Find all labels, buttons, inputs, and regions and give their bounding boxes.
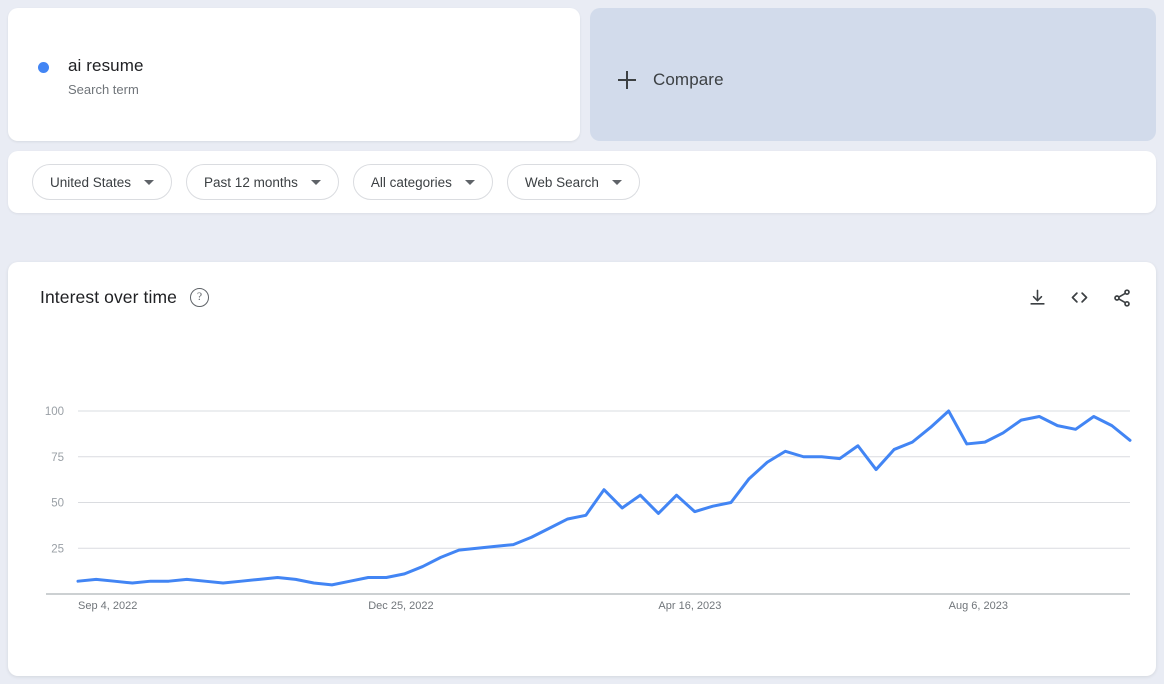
search-term-content: ai resume Search term <box>38 55 144 99</box>
compare-button[interactable]: Compare <box>590 8 1156 141</box>
x-axis-tick-label: Sep 4, 2022 <box>78 600 137 612</box>
compare-label: Compare <box>653 70 724 90</box>
filter-time-range[interactable]: Past 12 months <box>186 164 339 200</box>
filter-category[interactable]: All categories <box>353 164 493 200</box>
chevron-down-icon <box>612 180 622 185</box>
search-term-type: Search term <box>68 80 144 99</box>
interest-over-time-chart[interactable]: 25 50 75 100 Sep 4, 2022 Dec 25, 2022 Apr 16, … <box>8 262 1156 676</box>
plus-icon <box>618 71 636 89</box>
query-row: ai resume Search term Compare <box>0 0 1164 141</box>
filter-location[interactable]: United States <box>32 164 172 200</box>
filter-location-label: United States <box>50 175 131 190</box>
series-line-ai-resume[interactable] <box>78 411 1130 585</box>
series-color-dot <box>38 62 49 73</box>
search-term-label: ai resume <box>68 55 144 77</box>
y-axis-tick-label: 100 <box>45 406 64 418</box>
x-axis-tick-label: Aug 6, 2023 <box>949 600 1008 612</box>
compare-content: Compare <box>618 70 724 90</box>
search-term-card[interactable]: ai resume Search term <box>8 8 580 141</box>
chart-svg: 25 50 75 100 Sep 4, 2022 Dec 25, 2022 Apr 16, … <box>8 262 1156 676</box>
x-axis-tick-label: Apr 16, 2023 <box>658 600 721 612</box>
filter-bar: United States Past 12 months All categor… <box>8 151 1156 213</box>
chevron-down-icon <box>144 180 154 185</box>
search-term-text-block: ai resume Search term <box>68 55 144 99</box>
x-axis-tick-label: Dec 25, 2022 <box>368 600 433 612</box>
y-axis-tick-label: 75 <box>51 452 64 464</box>
filter-time-range-label: Past 12 months <box>204 175 298 190</box>
filter-search-type[interactable]: Web Search <box>507 164 640 200</box>
y-axis-tick-label: 25 <box>51 543 64 555</box>
chevron-down-icon <box>465 180 475 185</box>
interest-over-time-card: Interest over time ? 255075100Sep <box>8 262 1156 676</box>
filter-category-label: All categories <box>371 175 452 190</box>
y-axis-tick-label: 50 <box>51 498 64 510</box>
chevron-down-icon <box>311 180 321 185</box>
filter-search-type-label: Web Search <box>525 175 599 190</box>
